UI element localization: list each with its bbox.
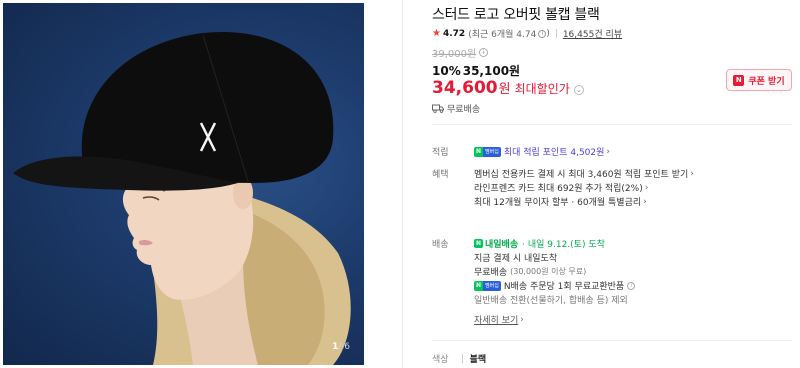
info-icon[interactable]: i [627,281,636,290]
coupon-label: 쿠폰 받기 [748,76,785,87]
final-price-row[interactable]: 34,600 원 최대할인가 ⌄ [432,78,584,98]
npay-exchange-row: N 멤버십 N배송 주문당 1회 무료교환반품 i [474,279,636,292]
product-photo [13,31,351,365]
delivery-badge-text: 내일배송 [485,240,519,250]
original-price-text: 39,000원 [432,49,477,60]
points-label: 적립 [432,148,449,158]
delivery-row: N 내일배송 · 내일 9.12.(토) 도착 [474,237,605,250]
more-link[interactable]: 자세히 보기 › [474,313,524,327]
final-price: 34,600 [432,78,498,98]
color-option-row[interactable]: 색상 블랙 [432,352,486,365]
chevron-right-icon: › [690,168,694,179]
delivery-label: 배송 [432,240,449,250]
delivery-free-row: 무료배송 (30,000원 이상 무료) [474,265,586,278]
color-separator [461,354,463,363]
benefit-item-2[interactable]: 라인프렌즈 카드 최대 692원 추가 적립(2%) › [474,181,649,195]
section-divider [432,340,792,341]
coupon-button[interactable]: N 쿠폰 받기 [726,69,792,91]
section-divider [432,124,792,125]
color-label: 색상 [432,355,449,365]
benefit-label: 혜택 [432,170,449,180]
discount-price-row: 10% 35,100원 [432,62,520,79]
delivery-box-icon: N [474,239,483,248]
delivery-note: 지금 결제 시 내일도착 [474,254,558,264]
delivery-free: 무료배송 [474,268,508,278]
chevron-right-icon: › [643,196,647,207]
product-info-panel: 스터드 로고 오버핏 볼캡 블랙 ★ 4.72 (최근 6개월 4.74 i )… [432,0,792,368]
final-price-label: 최대할인가 [514,82,570,96]
product-title: 스터드 로고 오버핏 볼캡 블랙 [432,7,600,23]
star-icon: ★ [432,28,441,39]
chevron-right-icon: › [644,182,649,193]
benefit-text-2: 라인프렌즈 카드 최대 692원 추가 적립(2%) [474,184,643,194]
benefit-item-1[interactable]: 멤버십 전용카드 결제 시 최대 3,460원 적립 포인트 받기 › [474,167,694,181]
shipping-text: 무료배송 [447,105,481,115]
discount-price: 35,100원 [462,64,521,78]
original-price: 39,000원 i [432,45,489,60]
delivery-free-note: (30,000원 이상 무료) [510,267,587,276]
rating-separator [555,29,557,38]
chevron-right-icon: › [606,146,611,157]
discount-percent: 10% [432,64,461,78]
tomorrow-delivery-badge: N 내일배송 [474,237,518,250]
benefit-text-1: 멤버십 전용카드 결제 시 최대 3,460원 적립 포인트 받기 [474,170,689,180]
truck-icon [432,104,444,113]
recent-rating: (최근 6개월 4.74 [468,30,537,40]
final-price-won: 원 [498,82,511,97]
more-link-text: 자세히 보기 [474,316,519,326]
delivery-date: · 내일 9.12.(토) 도착 [522,240,605,250]
column-divider [402,0,403,368]
npay-membership-icon: N 멤버십 [474,280,501,291]
exclude-note: 일반배송 전환(선물하기, 합배송 등) 제외 [474,296,628,306]
review-count-link[interactable]: 16,455건 리뷰 [563,27,622,40]
image-counter: 1/ 6 [332,342,350,352]
info-icon[interactable]: i [538,29,547,38]
price-info-icon[interactable]: i [479,48,489,57]
chevron-down-icon[interactable]: ⌄ [573,85,584,95]
npay-membership-icon: N 멤버십 [474,146,501,157]
npay-exchange-text: N배송 주문당 1회 무료교환반품 [503,282,625,292]
benefit-item-3[interactable]: 최대 12개월 무이자 할부 · 60개월 특별금리 › [474,195,647,209]
product-image[interactable]: 1/ 6 [3,3,364,365]
chevron-right-icon: › [520,314,524,325]
points-text: 최대 적립 포인트 4,502원 [503,148,605,158]
shipping-row: 무료배송 [432,102,480,115]
rating-score: 4.72 [442,28,466,39]
recent-rating-close: ) [546,28,550,39]
benefit-text-3: 최대 12개월 무이자 할부 · 60개월 특별금리 [474,198,642,208]
image-counter-total: / 6 [338,342,350,352]
color-value: 블랙 [469,355,487,365]
naver-n-icon: N [733,74,745,86]
rating-row: ★ 4.72 (최근 6개월 4.74 i ) 16,455건 리뷰 [432,27,622,40]
points-row[interactable]: N 멤버십 최대 적립 포인트 4,502원 › [474,145,610,158]
